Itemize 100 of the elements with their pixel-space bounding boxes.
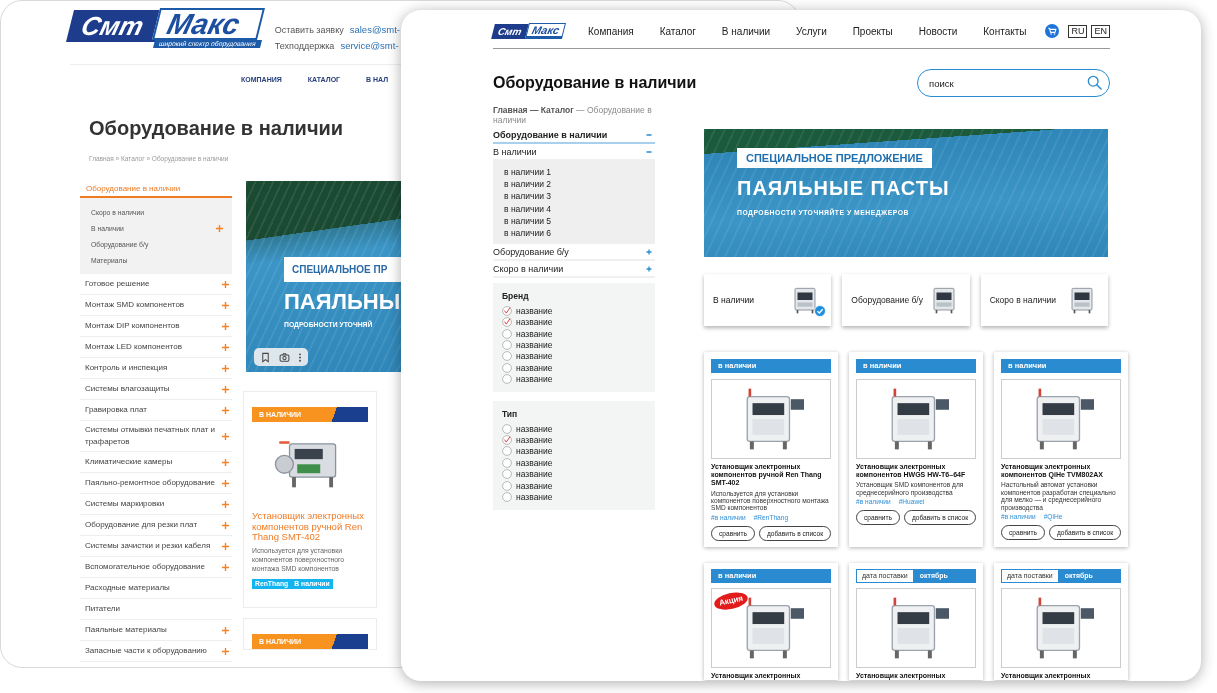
logo-wordmark[interactable]: Макс: [524, 23, 566, 39]
nav-link[interactable]: Компания: [588, 25, 634, 37]
checkbox[interactable]: [502, 340, 512, 351]
plus-icon[interactable]: [222, 500, 229, 508]
category-link[interactable]: Готовое решение: [85, 278, 150, 290]
minus-icon[interactable]: [646, 149, 652, 155]
checkbox[interactable]: [502, 480, 512, 491]
option-label[interactable]: название: [516, 317, 553, 328]
banner-headline: ПАЯЛЬНЫ: [284, 289, 401, 315]
language-button[interactable]: RU: [1068, 24, 1088, 38]
category-link[interactable]: Запасные части к оборудованию: [85, 645, 207, 657]
nav-link[interactable]: Новости: [918, 25, 958, 37]
plus-icon[interactable]: [222, 385, 229, 393]
email-link[interactable]: service@smt-: [340, 38, 399, 53]
checkbox[interactable]: [502, 446, 512, 457]
category-link[interactable]: Вспомогательное оборудование: [85, 561, 205, 573]
submenu-item[interactable]: в наличии 4: [504, 202, 552, 215]
checkbox[interactable]: [502, 317, 512, 328]
plus-icon[interactable]: [222, 563, 229, 571]
category-link[interactable]: Системы зачистки и резки кабеля: [85, 540, 211, 552]
category-tile[interactable]: В наличии: [704, 274, 832, 326]
option-label[interactable]: название: [516, 362, 553, 373]
minus-icon[interactable]: [646, 131, 652, 138]
option-label[interactable]: название: [516, 492, 553, 502]
category-link[interactable]: Гравировка плат: [85, 404, 147, 416]
checkbox[interactable]: [502, 362, 512, 373]
plus-icon[interactable]: [646, 266, 652, 273]
checkbox[interactable]: [502, 435, 512, 446]
option-label[interactable]: название: [516, 480, 553, 491]
category-link[interactable]: Расходные материалы: [85, 582, 170, 594]
checkbox[interactable]: [502, 328, 512, 339]
category-link[interactable]: Контроль и инспекция: [85, 362, 168, 374]
plus-icon[interactable]: [646, 249, 652, 256]
plus-icon[interactable]: [222, 542, 229, 550]
plus-icon[interactable]: [222, 343, 229, 351]
menu-item[interactable]: Оборудование б/у: [493, 247, 569, 258]
checkbox[interactable]: [502, 351, 512, 362]
category-link[interactable]: Монтаж DIP компонентов: [85, 320, 180, 332]
nav-link[interactable]: Услуги: [796, 25, 827, 37]
checkbox[interactable]: [502, 457, 512, 468]
plus-icon[interactable]: [222, 432, 229, 440]
plus-icon[interactable]: [222, 521, 229, 529]
option-label[interactable]: название: [516, 469, 553, 480]
option-label[interactable]: название: [516, 446, 553, 457]
category-link[interactable]: Климатические камеры: [85, 456, 173, 468]
option-label[interactable]: название: [516, 374, 553, 385]
category-tile[interactable]: Оборудование б/у: [842, 274, 970, 326]
bookmark-icon[interactable]: [260, 351, 271, 363]
plus-icon[interactable]: [222, 647, 229, 655]
category-link[interactable]: Паяльно-ремонтное оборудование: [85, 477, 215, 489]
camera-icon[interactable]: [279, 351, 290, 363]
language-button[interactable]: EN: [1091, 24, 1110, 38]
email-link[interactable]: sales@smt-: [349, 22, 400, 37]
category-link[interactable]: Монтаж LED компонентов: [85, 341, 182, 353]
option-label[interactable]: название: [516, 423, 553, 434]
more-icon[interactable]: [298, 351, 302, 363]
submenu-item[interactable]: в наличии 5: [504, 214, 552, 227]
option-label[interactable]: название: [516, 340, 553, 351]
plus-icon[interactable]: [222, 458, 229, 466]
submenu-item[interactable]: в наличии 2: [504, 178, 552, 191]
option-label[interactable]: название: [516, 328, 553, 339]
search-field[interactable]: поиск: [917, 69, 1110, 97]
submenu-item[interactable]: в наличии 3: [504, 190, 552, 203]
menu-item[interactable]: Скоро в наличии: [493, 264, 564, 275]
plus-icon[interactable]: [222, 406, 229, 414]
option-label[interactable]: название: [516, 305, 553, 316]
nav-link[interactable]: Контакты: [983, 25, 1027, 37]
submenu-item[interactable]: в наличии 1: [504, 166, 552, 179]
category-link[interactable]: Системы влагозащиты: [85, 383, 170, 395]
plus-icon[interactable]: [222, 626, 229, 634]
cart-icon[interactable]: [1045, 24, 1060, 38]
nav-link[interactable]: Каталог: [659, 25, 696, 37]
checkbox[interactable]: [502, 305, 512, 316]
plus-icon[interactable]: [222, 301, 229, 309]
logo-badge[interactable]: Смт: [491, 23, 531, 39]
category-link[interactable]: Питатели: [85, 603, 120, 615]
checkbox[interactable]: [502, 492, 512, 502]
option-label[interactable]: название: [516, 457, 553, 468]
option-label[interactable]: название: [516, 435, 553, 446]
plus-icon[interactable]: [216, 224, 223, 232]
category-link[interactable]: Системы маркировки: [85, 498, 165, 510]
plus-icon[interactable]: [222, 322, 229, 330]
menu-item[interactable]: Оборудование в наличии: [493, 129, 608, 140]
menu-item[interactable]: В наличии: [493, 147, 537, 157]
category-tile[interactable]: Скоро в наличии: [980, 274, 1108, 326]
checkbox[interactable]: [502, 423, 512, 434]
nav-link[interactable]: Проекты: [852, 25, 893, 37]
category-link[interactable]: Системы отмывки печатных плат и трафаретов: [85, 424, 219, 448]
plus-icon[interactable]: [222, 364, 229, 372]
checkbox[interactable]: [502, 374, 512, 385]
option-label[interactable]: название: [516, 351, 553, 362]
category-link[interactable]: Паяльные материалы: [85, 624, 167, 636]
plus-icon[interactable]: [222, 280, 229, 288]
plus-icon[interactable]: [222, 479, 229, 487]
submenu-item[interactable]: в наличии 6: [504, 227, 552, 240]
checkbox[interactable]: [502, 469, 512, 480]
search-icon[interactable]: [1087, 75, 1102, 90]
nav-link[interactable]: В наличии: [721, 25, 771, 37]
category-link[interactable]: Монтаж SMD компонентов: [85, 299, 185, 311]
category-link[interactable]: Оборудование для резки плат: [85, 519, 198, 531]
